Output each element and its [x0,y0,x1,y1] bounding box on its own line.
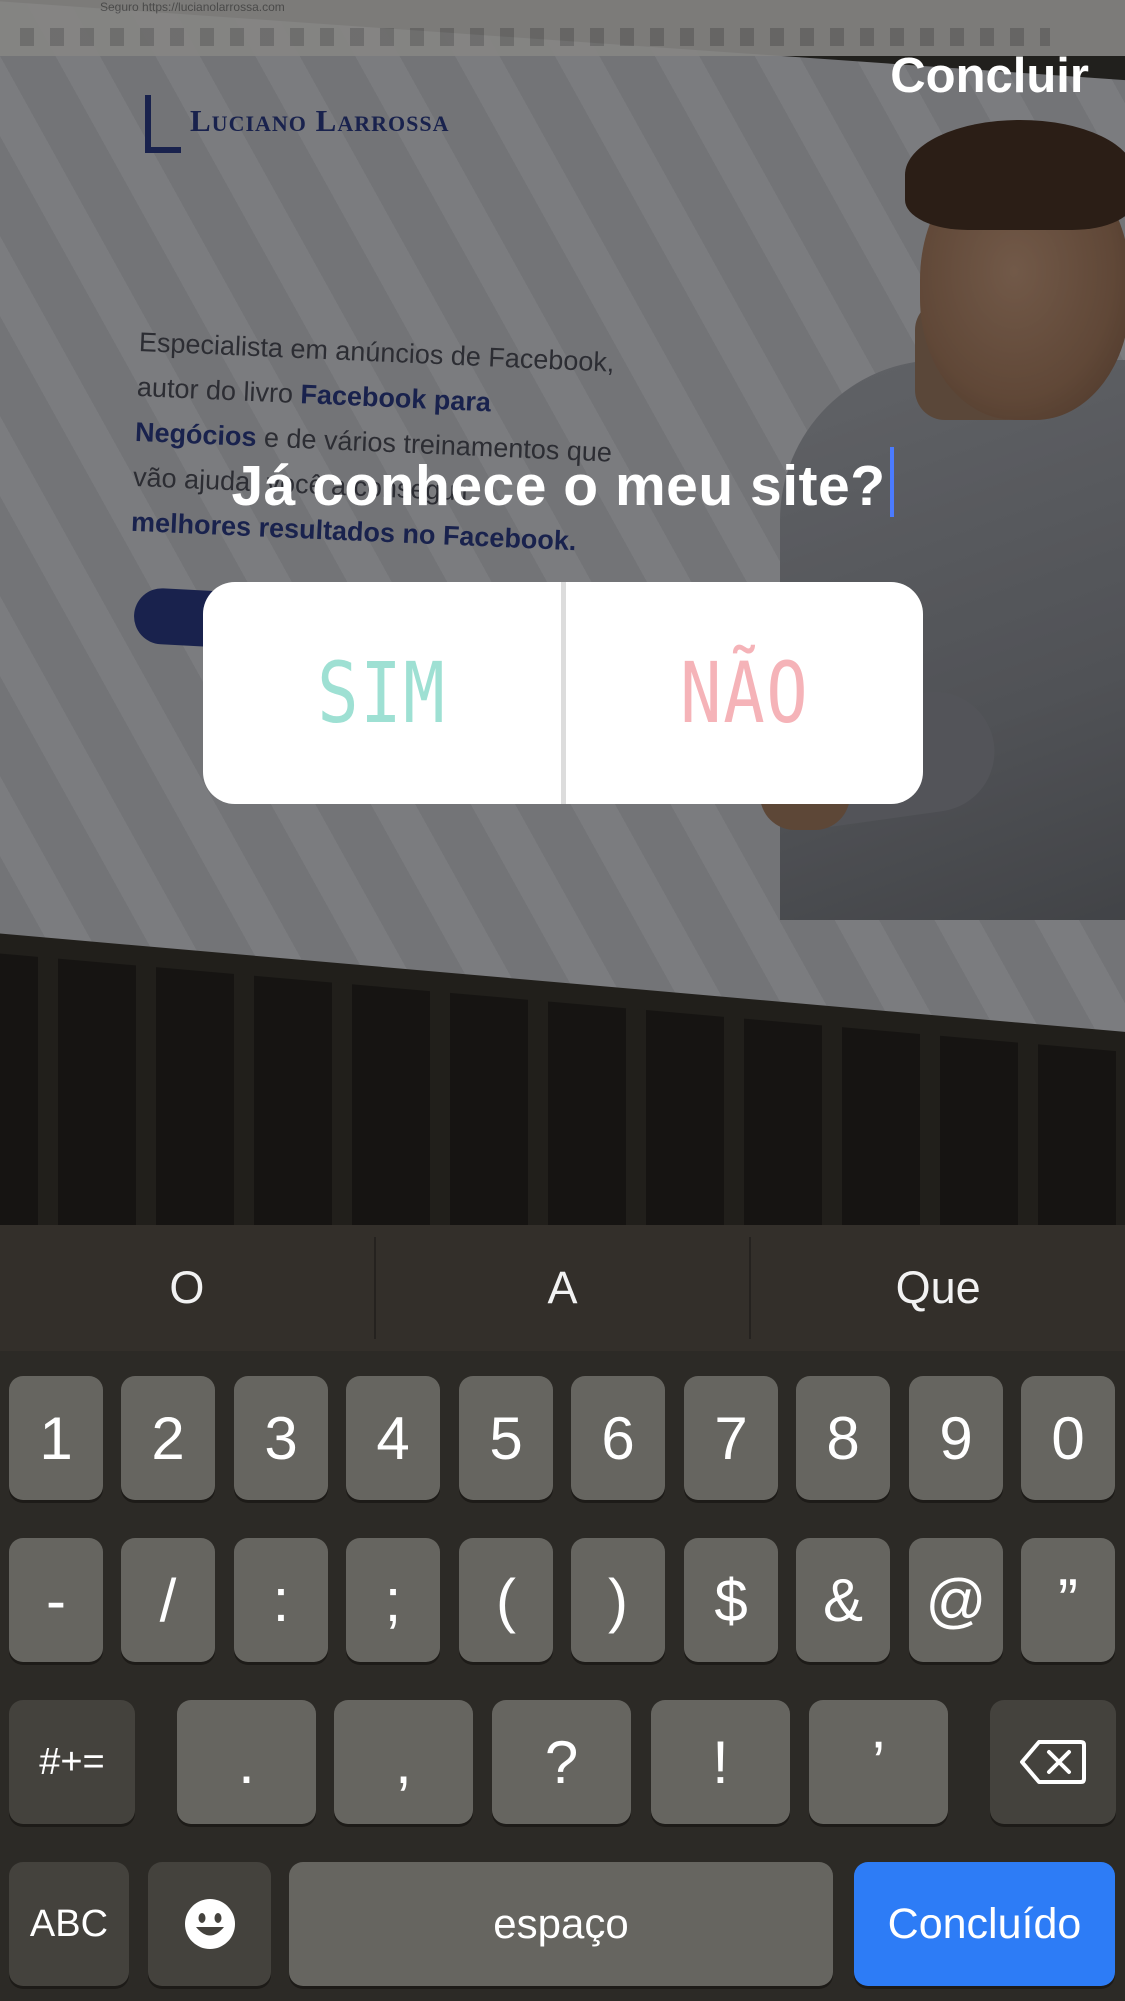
poll-question[interactable]: Já conhece o meu site? [0,447,1125,519]
text-cursor [889,447,894,517]
prediction-bar: O A Que [0,1225,1125,1351]
key-emoji[interactable] [148,1862,271,1986]
key-slash[interactable]: / [121,1538,215,1662]
key-exclamation[interactable]: ! [651,1700,790,1824]
key-hyphen[interactable]: - [9,1538,103,1662]
key-8[interactable]: 8 [796,1376,890,1500]
done-button[interactable]: Concluir [890,48,1089,104]
key-3[interactable]: 3 [234,1376,328,1500]
key-open-paren[interactable]: ( [459,1538,553,1662]
key-ampersand[interactable]: & [796,1538,890,1662]
key-4[interactable]: 4 [346,1376,440,1500]
key-0[interactable]: 0 [1021,1376,1115,1500]
key-1[interactable]: 1 [9,1376,103,1500]
key-7[interactable]: 7 [684,1376,778,1500]
prediction-1[interactable]: O [0,1225,374,1351]
key-symbols[interactable]: #+= [9,1700,135,1824]
prediction-3[interactable]: Que [751,1225,1125,1351]
key-2[interactable]: 2 [121,1376,215,1500]
key-semicolon[interactable]: ; [346,1538,440,1662]
key-space[interactable]: espaço [289,1862,833,1986]
emoji-icon [184,1899,235,1949]
poll-question-text: Já conhece o meu site? [231,454,886,518]
key-9[interactable]: 9 [909,1376,1003,1500]
key-apostrophe[interactable]: ’ [809,1700,948,1824]
key-6[interactable]: 6 [571,1376,665,1500]
key-delete[interactable] [990,1700,1116,1824]
keyboard: O A Que 1 2 3 4 5 6 7 8 9 0 - / : ; ( ) … [0,1225,1125,2001]
poll-divider [560,582,566,804]
key-colon[interactable]: : [234,1538,328,1662]
poll-option-yes[interactable]: SIM [235,582,528,804]
key-at[interactable]: @ [909,1538,1003,1662]
key-abc[interactable]: ABC [9,1862,129,1986]
key-done[interactable]: Concluído [854,1862,1115,1986]
key-period[interactable]: . [177,1700,316,1824]
key-dollar[interactable]: $ [684,1538,778,1662]
poll-option-no[interactable]: NÃO [598,582,891,804]
key-comma[interactable]: , [334,1700,473,1824]
key-quote[interactable]: ” [1021,1538,1115,1662]
prediction-2[interactable]: A [376,1225,750,1351]
backspace-icon [1020,1740,1086,1784]
key-close-paren[interactable]: ) [571,1538,665,1662]
key-question[interactable]: ? [492,1700,631,1824]
key-5[interactable]: 5 [459,1376,553,1500]
poll-sticker[interactable]: SIM NÃO [203,582,923,804]
